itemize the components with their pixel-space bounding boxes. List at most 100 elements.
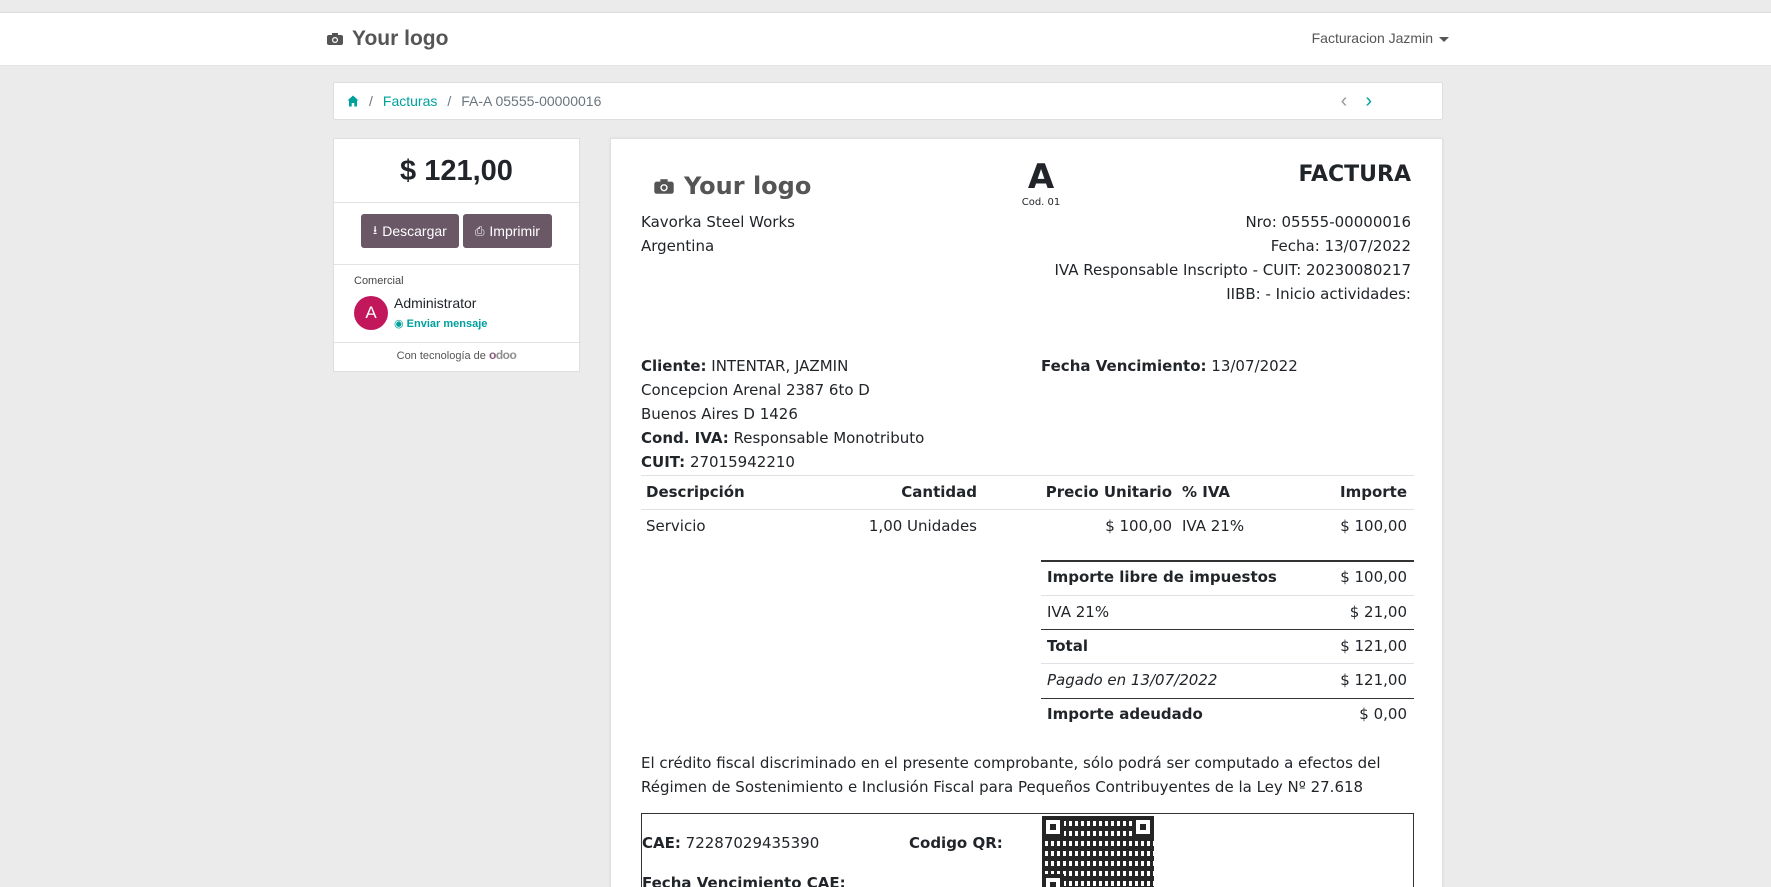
due-amount-value: $ 0,00 <box>1359 705 1407 723</box>
breadcrumb: / Facturas / FA-A 05555-00000016 ‹ › <box>333 82 1443 120</box>
odoo-logo-letter: o <box>509 348 517 362</box>
odoo-logo-letter: d <box>495 348 503 362</box>
qr-finder-pattern <box>1042 816 1064 838</box>
qr-label: Codigo QR: <box>909 834 1003 852</box>
subtotal-label: Importe libre de impuestos <box>1047 568 1277 586</box>
salesperson-name: Administrator <box>394 295 477 311</box>
qr-code <box>1042 816 1154 887</box>
row-amount: $ 100,00 <box>1340 517 1407 535</box>
user-menu[interactable]: Facturacion Jazmin <box>1312 30 1449 46</box>
paid-label: Pagado en 13/07/2022 <box>1047 671 1218 689</box>
totals-divider <box>1041 595 1414 596</box>
breadcrumb-separator: / <box>369 93 373 109</box>
user-menu-label: Facturacion Jazmin <box>1311 30 1433 46</box>
paid-value: $ 121,00 <box>1340 671 1407 689</box>
camera-icon <box>654 178 674 194</box>
th-description-text: Descripción <box>646 483 745 501</box>
table-top-border <box>641 475 1414 476</box>
invoice-letter: A <box>1027 157 1055 197</box>
navbar-logo[interactable]: Your logo <box>326 27 448 51</box>
document-title: FACTURA <box>1298 162 1411 187</box>
navbar-logo-text: Your logo <box>352 27 449 50</box>
invoice-iibb: IIBB: - Inicio actividades: <box>1226 285 1411 303</box>
row-description: Servicio <box>646 517 706 535</box>
avatar: A <box>354 295 388 330</box>
due-date-value: 13/07/2022 <box>1211 357 1298 375</box>
pager: ‹ › <box>1341 91 1372 111</box>
row-iva: IVA 21% <box>1182 517 1245 535</box>
sidebar: $ 121,00 ⭳ Descargar ⎙ Imprimir Comercia… <box>333 138 580 372</box>
invoice-number: Nro: 05555-00000016 <box>1245 213 1411 231</box>
cuit-value: 27015942210 <box>689 453 795 471</box>
powered-by-label: Con tecnología de <box>396 350 486 362</box>
th-quantity: Cantidad <box>901 483 977 501</box>
download-button[interactable]: ⭳ Descargar <box>361 214 459 248</box>
cuit-label: CUIT: <box>641 453 686 471</box>
invoice-document: Your logo A Cod. 01 FACTURA Kavorka Stee… <box>610 138 1443 887</box>
total-label-text: Total <box>1047 637 1088 655</box>
th-unit-price: Precio Unitario <box>1046 483 1172 501</box>
odoo-logo-letter: o <box>502 348 510 362</box>
cuit-line: CUIT: 27015942210 <box>641 453 795 471</box>
subtotal-label-text: Importe libre de impuestos <box>1047 568 1277 586</box>
send-message-link[interactable]: ◉ Enviar mensaje <box>394 317 487 330</box>
camera-icon <box>327 33 343 45</box>
client-label: Cliente: <box>641 357 707 375</box>
totals-top-border <box>1041 560 1414 562</box>
cae-label: CAE: <box>642 834 681 852</box>
due-date-label: Fecha Vencimiento: <box>1041 357 1207 375</box>
invoice-letter-box: A Cod. 01 <box>1016 157 1066 208</box>
chevron-left-icon[interactable]: ‹ <box>1341 91 1348 111</box>
client-line: Cliente: INTENTAR, JAZMIN <box>641 357 848 375</box>
th-amount: Importe <box>1340 483 1407 501</box>
company-country: Argentina <box>641 237 715 255</box>
th-amount-text: Importe <box>1340 483 1407 501</box>
invoice-amount: $ 121,00 <box>400 155 513 187</box>
qr-finder-pattern <box>1132 816 1154 838</box>
salesperson-label: Comercial <box>354 275 404 287</box>
odoo-logo[interactable]: odoo <box>488 348 517 362</box>
invoice-logo: Your logo <box>653 172 811 200</box>
th-iva-text: % IVA <box>1182 483 1231 501</box>
total-label: Total <box>1047 637 1088 655</box>
print-icon: ⎙ <box>474 223 485 238</box>
chevron-right-icon[interactable]: › <box>1365 91 1372 111</box>
row-quantity: 1,00 Unidades <box>868 517 977 535</box>
due-date-line: Fecha Vencimiento: 13/07/2022 <box>1041 357 1298 375</box>
client-name: INTENTAR, JAZMIN <box>711 357 849 375</box>
invoice-date: Fecha: 13/07/2022 <box>1270 237 1411 255</box>
table-header-border <box>641 509 1414 510</box>
subtotal-value: $ 100,00 <box>1340 568 1407 586</box>
cond-iva-line: Cond. IVA: Responsable Monotributo <box>641 429 924 447</box>
breadcrumb-invoices-link[interactable]: Facturas <box>383 93 437 109</box>
due-amount-label: Importe adeudado <box>1047 705 1203 723</box>
print-button[interactable]: ⎙ Imprimir <box>462 214 552 248</box>
due-amount-label-text: Importe adeudado <box>1047 705 1203 723</box>
totals-divider <box>1041 629 1414 630</box>
cae-value: 72287029435390 <box>685 834 820 852</box>
legal-notice: El crédito fiscal discriminado en el pre… <box>641 754 1381 796</box>
th-description: Descripción <box>646 483 745 501</box>
th-quantity-text: Cantidad <box>901 483 977 501</box>
odoo-logo-letter: o <box>488 348 496 362</box>
caret-down-icon <box>1439 36 1449 42</box>
send-message-label: Enviar mensaje <box>406 318 488 330</box>
download-icon: ⭳ <box>373 222 378 237</box>
qr-label-text: Codigo QR: <box>909 834 1003 852</box>
powered-by: Con tecnología de odoo <box>334 343 579 362</box>
cae-due-line: Fecha Vencimiento CAE: <box>642 874 846 887</box>
th-iva: % IVA <box>1182 483 1230 501</box>
invoice-logo-text: Your logo <box>684 172 812 200</box>
total-value: $ 121,00 <box>1340 637 1407 655</box>
tax-value: $ 21,00 <box>1349 603 1407 621</box>
breadcrumb-separator: / <box>447 93 452 109</box>
home-icon[interactable] <box>347 95 359 107</box>
company-name: Kavorka Steel Works <box>641 213 795 231</box>
breadcrumb-current: FA-A 05555-00000016 <box>461 93 602 109</box>
invoice-letter-code: Cod. 01 <box>1021 197 1061 208</box>
navbar: Your logo Facturacion Jazmin <box>0 13 1771 66</box>
client-address2: Buenos Aires D 1426 <box>641 405 798 423</box>
cond-iva-value: Responsable Monotributo <box>733 429 925 447</box>
cae-due-label: Fecha Vencimiento CAE: <box>642 874 846 887</box>
tax-label: IVA 21% <box>1047 603 1110 621</box>
